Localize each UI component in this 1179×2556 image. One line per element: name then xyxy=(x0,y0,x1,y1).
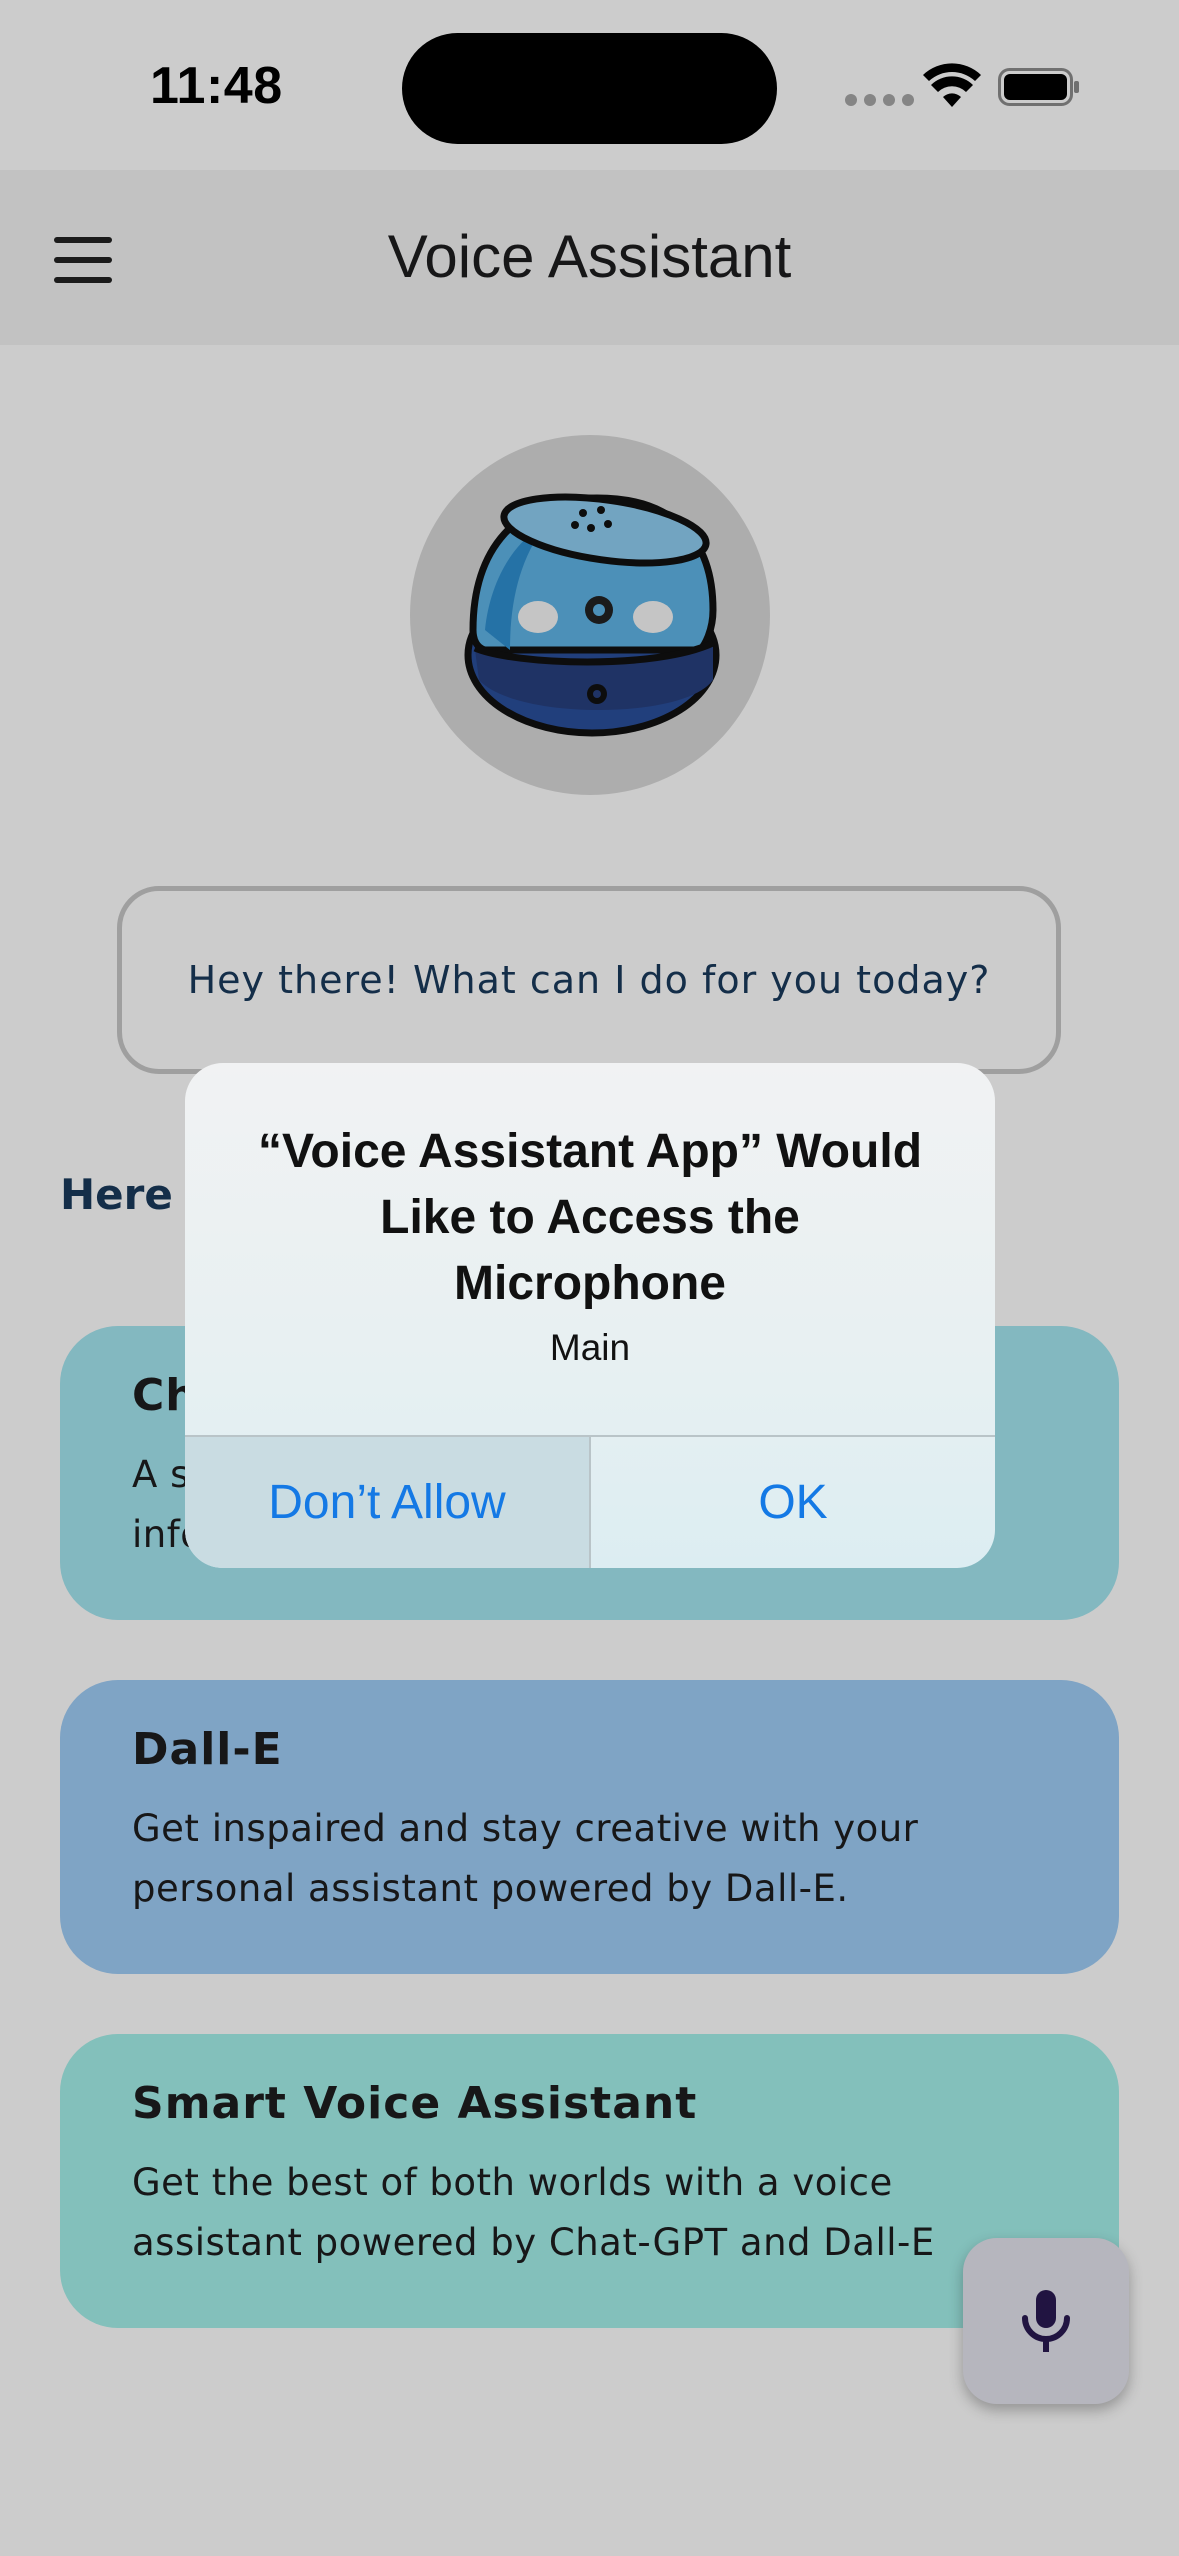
alert-title-line1: “Voice Assistant App” Would xyxy=(257,1125,923,1178)
microphone-permission-alert: “Voice Assistant App” Would Like to Acce… xyxy=(185,1063,995,1568)
alert-title-line2: Like to Access the xyxy=(380,1191,800,1244)
alert-title-line3: Microphone xyxy=(454,1257,726,1310)
dont-allow-button[interactable]: Don’t Allow xyxy=(185,1437,589,1568)
ok-button[interactable]: OK xyxy=(591,1437,995,1568)
alert-message: Main xyxy=(549,1327,631,1368)
alert-title: “Voice Assistant App” Would Like to Acce… xyxy=(225,1119,955,1317)
screen: 11:48 Voice Assistant Hey there! What ca… xyxy=(0,0,1179,2556)
